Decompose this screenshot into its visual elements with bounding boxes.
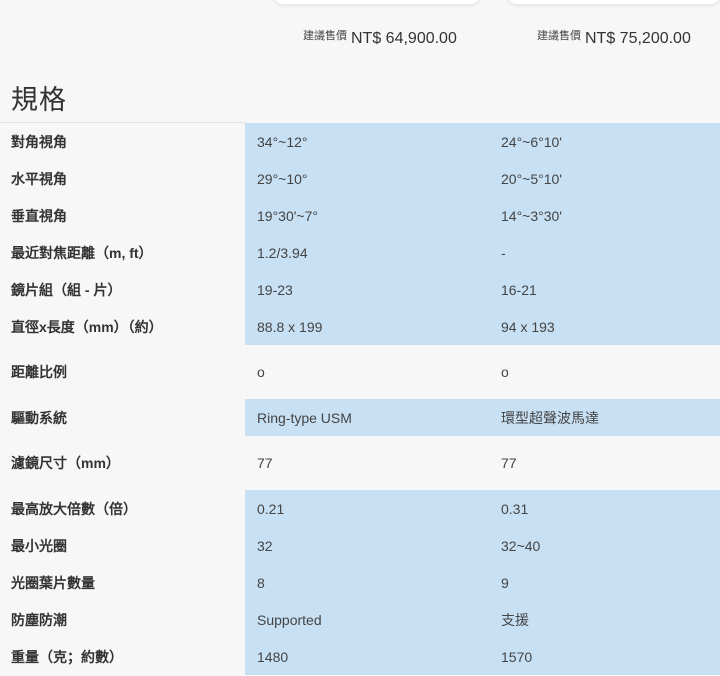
spec-value-product-2: 16-21 <box>489 271 720 308</box>
spec-value-product-2: 0.31 <box>489 490 720 527</box>
spec-value-product-1: 0.21 <box>245 490 489 527</box>
spec-row: 驅動系統 Ring-type USM 環型超聲波馬達 <box>0 399 720 436</box>
spec-label: 水平視角 <box>11 170 67 187</box>
spec-value-product-2: - <box>489 234 720 271</box>
spec-value-product-1: Supported <box>245 601 489 638</box>
price-value: NT$ 75,200.00 <box>585 30 691 47</box>
spec-value-product-2: 20°~5°10' <box>489 160 720 197</box>
spec-label: 防塵防潮 <box>11 611 67 628</box>
spec-label: 最高放大倍數（倍） <box>11 500 137 517</box>
spec-value-product-1: 77 <box>257 455 273 471</box>
section-title: 規格 <box>11 85 67 115</box>
spec-row: 直徑x長度（mm）（約） 88.8 x 199 94 x 193 <box>0 308 720 345</box>
spec-value-product-1: 8 <box>245 564 489 601</box>
spec-value-product-1: o <box>257 364 265 380</box>
spec-label: 垂直視角 <box>11 207 67 224</box>
spec-value-product-2: 94 x 193 <box>489 308 720 345</box>
spec-row: 距離比例 o o <box>0 345 720 399</box>
spec-value-product-1: 19°30'~7° <box>245 197 489 234</box>
price-label: 建議售價 <box>537 30 581 42</box>
spec-value-product-1: 1.2/3.94 <box>245 234 489 271</box>
spec-row: 防塵防潮 Supported 支援 <box>0 601 720 638</box>
spec-label: 直徑x長度（mm）（約） <box>11 318 163 335</box>
spec-label: 最小光圈 <box>11 537 67 554</box>
spec-row: 水平視角 29°~10° 20°~5°10' <box>0 160 720 197</box>
spec-value-product-2: 24°~6°10' <box>489 123 720 160</box>
spec-row: 濾鏡尺寸（mm） 77 77 <box>0 436 720 490</box>
spec-label: 濾鏡尺寸（mm） <box>11 455 120 471</box>
spec-value-product-1: 88.8 x 199 <box>245 308 489 345</box>
price-value: NT$ 64,900.00 <box>351 30 457 47</box>
spec-value-product-1: 34°~12° <box>245 123 489 160</box>
spec-value-product-2: 77 <box>501 455 517 471</box>
spec-label: 驅動系統 <box>11 409 67 426</box>
spec-value-product-2: 環型超聲波馬達 <box>489 399 720 436</box>
spec-value-product-2: 支援 <box>489 601 720 638</box>
spec-row: 對角視角 34°~12° 24°~6°10' <box>0 123 720 160</box>
product-card-1-bottom <box>273 0 480 4</box>
spec-value-product-1: 32 <box>245 527 489 564</box>
spec-row: 最近對焦距離（m, ft） 1.2/3.94 - <box>0 234 720 271</box>
spec-label: 重量（克；約數） <box>11 648 123 665</box>
spec-label: 鏡片組（組 - 片） <box>11 281 122 298</box>
spec-table: 對角視角 34°~12° 24°~6°10' 水平視角 29°~10° 20°~… <box>0 123 720 675</box>
spec-value-product-2: 1570 <box>489 638 720 675</box>
spec-row: 光圈葉片數量 8 9 <box>0 564 720 601</box>
product-1-price: 建議售價 NT$ 64,900.00 <box>303 30 457 48</box>
spec-value-product-2: 32~40 <box>489 527 720 564</box>
spec-row: 重量（克；約數） 1480 1570 <box>0 638 720 675</box>
spec-value-product-1: 29°~10° <box>245 160 489 197</box>
product-card-2-bottom <box>507 0 720 4</box>
spec-label: 最近對焦距離（m, ft） <box>11 244 153 261</box>
spec-value-product-1: Ring-type USM <box>245 399 489 436</box>
spec-row: 最高放大倍數（倍） 0.21 0.31 <box>0 490 720 527</box>
spec-row: 最小光圈 32 32~40 <box>0 527 720 564</box>
spec-row: 垂直視角 19°30'~7° 14°~3°30' <box>0 197 720 234</box>
spec-value-product-2: o <box>501 364 509 380</box>
spec-row: 鏡片組（組 - 片） 19-23 16-21 <box>0 271 720 308</box>
spec-label: 距離比例 <box>11 364 67 380</box>
spec-label: 光圈葉片數量 <box>11 574 95 591</box>
spec-value-product-2: 9 <box>489 564 720 601</box>
spec-value-product-1: 1480 <box>245 638 489 675</box>
product-2-price: 建議售價 NT$ 75,200.00 <box>537 30 691 48</box>
spec-value-product-1: 19-23 <box>245 271 489 308</box>
spec-label: 對角視角 <box>11 133 67 150</box>
price-label: 建議售價 <box>303 30 347 42</box>
spec-value-product-2: 14°~3°30' <box>489 197 720 234</box>
